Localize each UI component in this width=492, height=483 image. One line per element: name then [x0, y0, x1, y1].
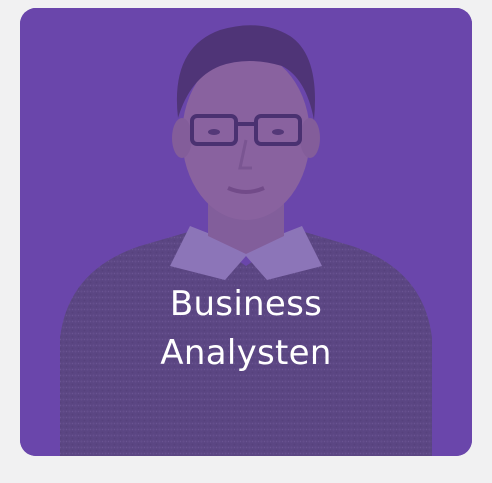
role-card-business-analysten[interactable]: Business Analysten — [20, 8, 472, 456]
card-title-line1: Business — [169, 284, 323, 324]
card-title: Business Analysten — [20, 280, 472, 378]
card-title-line2: Analysten — [160, 333, 332, 373]
color-overlay — [20, 8, 472, 456]
